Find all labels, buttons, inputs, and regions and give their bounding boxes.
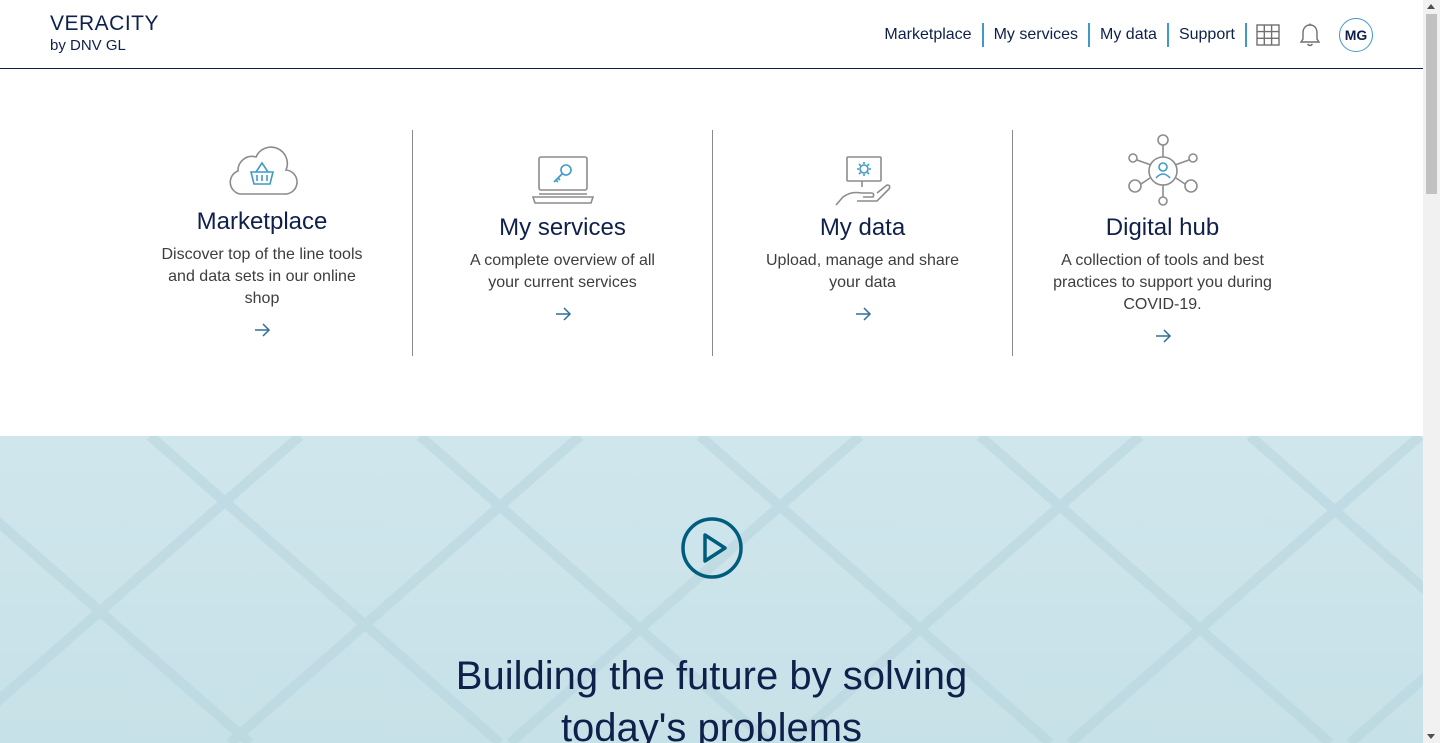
network-hub-icon: [1013, 134, 1312, 206]
feature-cards: Marketplace Discover top of the line too…: [112, 130, 1312, 356]
card-title: My services: [499, 214, 626, 241]
laptop-key-icon: [413, 155, 712, 206]
card-title: My data: [819, 214, 906, 241]
nav-my-services[interactable]: My services: [984, 23, 1088, 47]
card-title: Marketplace: [196, 208, 328, 235]
logo-main-text: VERACITY: [50, 12, 160, 35]
play-icon: [681, 517, 743, 579]
site-header: VERACITY by DNV GL Marketplace My servic…: [0, 0, 1423, 69]
scroll-down-arrow-icon[interactable]: [1427, 734, 1435, 739]
bell-icon[interactable]: [1289, 18, 1331, 52]
hand-data-icon: [713, 155, 1012, 206]
card-my-services[interactable]: My services A complete overview of all y…: [412, 130, 712, 356]
arrow-right-icon[interactable]: [713, 306, 1012, 322]
hero-title-line2: today's problems: [560, 706, 863, 743]
card-digital-hub[interactable]: Digital hub A collection of tools and be…: [1012, 130, 1312, 356]
card-description: Discover top of the line tools and data …: [161, 246, 363, 307]
arrow-right-icon[interactable]: [112, 322, 412, 338]
hero-title-line1: Building the future by solving: [455, 654, 968, 698]
card-description: A collection of tools and best practices…: [1053, 252, 1272, 313]
card-title: Digital hub: [1105, 214, 1220, 241]
scroll-up-arrow-icon[interactable]: [1427, 4, 1435, 9]
veracity-logo[interactable]: VERACITY by DNV GL: [50, 13, 159, 55]
user-avatar[interactable]: MG: [1339, 18, 1373, 52]
card-description: Upload, manage and share your data: [765, 252, 960, 291]
card-marketplace[interactable]: Marketplace Discover top of the line too…: [112, 130, 412, 356]
page-scrollbar[interactable]: [1423, 0, 1440, 743]
hero-section: Building the future by solving today's p…: [0, 436, 1423, 743]
main-nav: Marketplace My services My data Support …: [874, 18, 1373, 52]
nav-support[interactable]: Support: [1169, 23, 1245, 47]
logo-sub-text: by DNV GL: [50, 37, 126, 54]
card-my-data[interactable]: My data Upload, manage and share your da…: [712, 130, 1012, 356]
hero-title: Building the future by solving today's p…: [0, 650, 1423, 743]
scroll-thumb[interactable]: [1426, 14, 1437, 194]
grid-icon[interactable]: [1247, 18, 1289, 52]
nav-marketplace[interactable]: Marketplace: [874, 23, 981, 47]
card-description: A complete overview of all your current …: [470, 252, 655, 291]
arrow-right-icon[interactable]: [413, 306, 712, 322]
arrow-right-icon[interactable]: [1013, 328, 1312, 344]
play-video-button[interactable]: [681, 517, 743, 584]
cloud-basket-icon: [112, 145, 412, 200]
nav-my-data[interactable]: My data: [1090, 23, 1167, 47]
